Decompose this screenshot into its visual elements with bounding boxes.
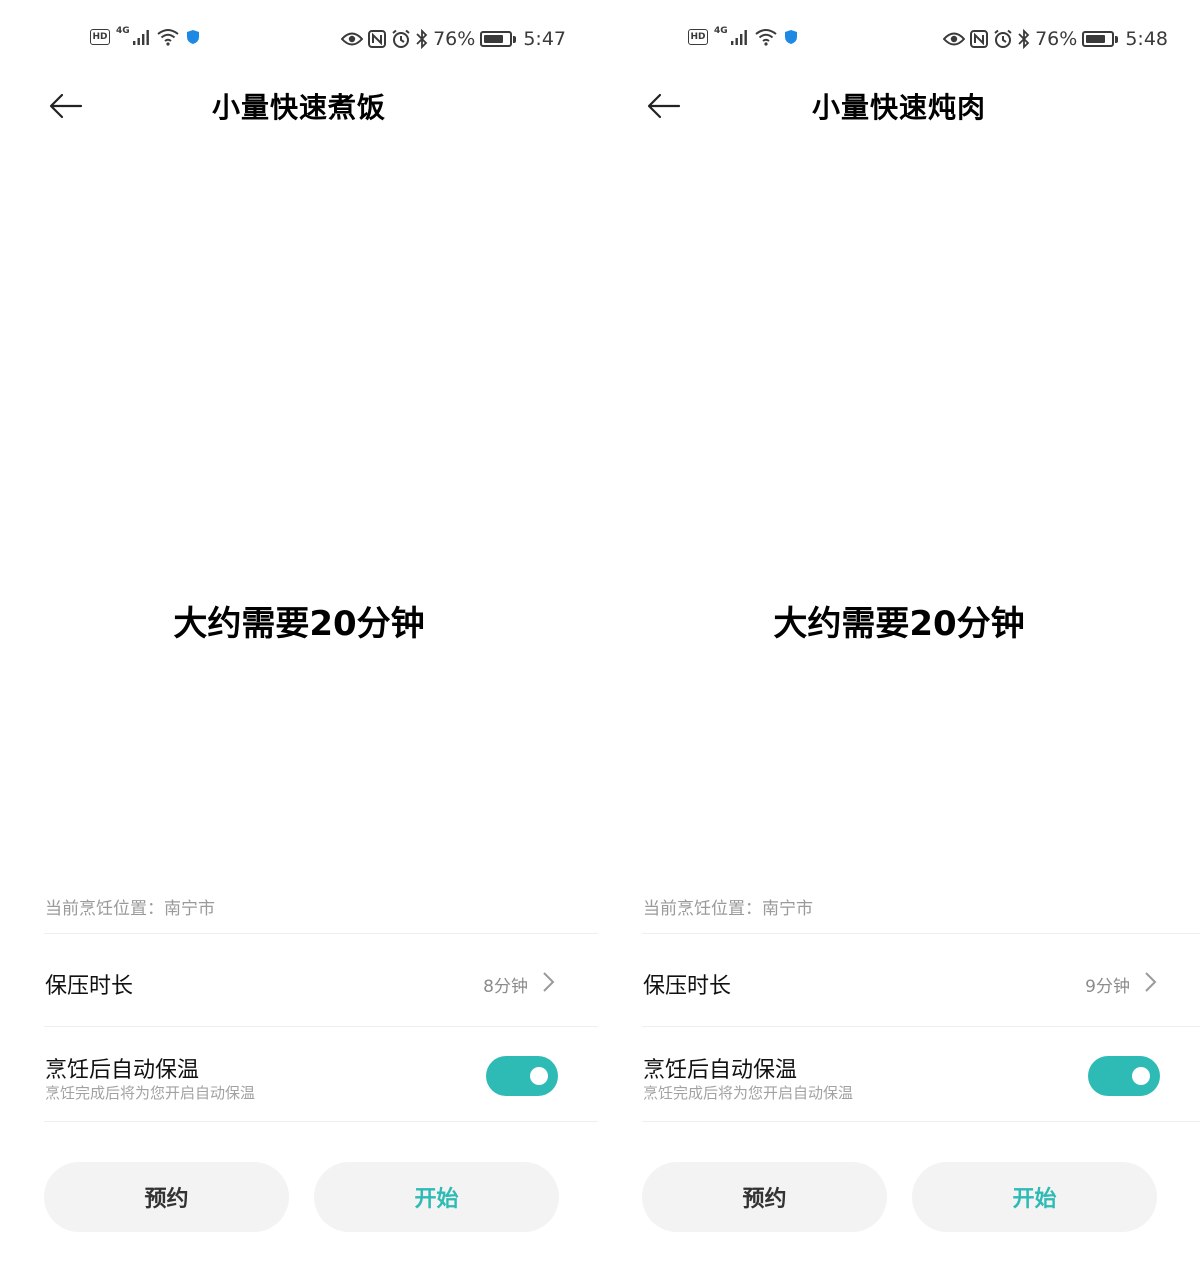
chevron-right-icon — [1145, 972, 1157, 992]
status-bar: HD 4G 76% 5:48 — [598, 24, 1200, 56]
signal-icon — [730, 30, 747, 45]
keep-warm-toggle[interactable] — [1088, 1056, 1160, 1096]
keep-warm-description: 烹饪完成后将为您开启自动保温 — [45, 1084, 256, 1102]
pressure-duration-label: 保压时长 — [643, 974, 732, 999]
battery-level — [484, 35, 503, 43]
keep-warm-title: 烹饪后自动保温 — [643, 1058, 798, 1083]
start-button[interactable]: 开始 — [314, 1162, 559, 1232]
divider — [642, 933, 1200, 934]
keep-warm-row: 烹饪后自动保温 烹饪完成后将为您开启自动保温 — [45, 1050, 558, 1106]
alarm-icon — [392, 29, 410, 48]
battery-percent: 76% — [433, 28, 476, 50]
estimated-time: 大约需要20分钟 — [173, 604, 425, 644]
network-type: 4G — [714, 26, 728, 36]
page-title: 小量快速炖肉 — [811, 91, 986, 124]
toggle-knob — [530, 1067, 548, 1085]
estimated-time: 大约需要20分钟 — [773, 604, 1025, 644]
bluetooth-icon — [416, 29, 428, 49]
keep-warm-title: 烹饪后自动保温 — [45, 1058, 200, 1083]
eye-icon — [341, 32, 364, 46]
reserve-button[interactable]: 预约 — [44, 1162, 289, 1232]
divider — [44, 1121, 598, 1122]
wifi-icon — [755, 29, 777, 46]
status-left: HD 4G — [90, 26, 200, 46]
divider — [642, 1026, 1200, 1027]
pressure-duration-value: 9分钟 — [1085, 977, 1130, 997]
alarm-icon — [994, 29, 1012, 48]
page-title: 小量快速煮饭 — [211, 91, 386, 124]
shield-icon — [784, 30, 797, 44]
keep-warm-row: 烹饪后自动保温 烹饪完成后将为您开启自动保温 — [643, 1050, 1160, 1106]
battery-percent: 76% — [1035, 28, 1078, 50]
battery-icon — [1082, 31, 1119, 47]
pressure-duration-row[interactable]: 保压时长 8分钟 — [45, 960, 558, 1006]
divider — [44, 1026, 598, 1027]
screen-left: HD 4G 76% 5:47 小量快速煮饭 大约需要20分钟 当前烹饪位置：南宁… — [0, 0, 598, 1277]
divider — [642, 1121, 1200, 1122]
wifi-icon — [157, 29, 179, 46]
battery-level — [1086, 35, 1105, 43]
status-right: 76% 5:48 — [943, 28, 1168, 50]
divider — [44, 933, 598, 934]
start-button[interactable]: 开始 — [912, 1162, 1157, 1232]
status-right: 76% 5:47 — [341, 28, 566, 50]
cooking-location: 当前烹饪位置：南宁市 — [45, 899, 215, 919]
header: 小量快速煮饭 — [0, 78, 598, 134]
status-bar: HD 4G 76% 5:47 — [0, 24, 598, 56]
hd-icon: HD — [90, 29, 110, 45]
hd-icon: HD — [688, 29, 708, 45]
toggle-knob — [1132, 1067, 1150, 1085]
nfc-icon — [368, 30, 387, 48]
header: 小量快速炖肉 — [598, 78, 1200, 134]
keep-warm-toggle[interactable] — [486, 1056, 558, 1096]
screen-right: HD 4G 76% 5:48 小量快速炖肉 大约需要20分钟 当前烹饪位置：南宁… — [598, 0, 1200, 1277]
clock: 5:47 — [523, 28, 566, 50]
eye-icon — [943, 32, 966, 46]
keep-warm-description: 烹饪完成后将为您开启自动保温 — [643, 1084, 854, 1102]
shield-icon — [186, 30, 199, 44]
signal-icon — [132, 30, 149, 45]
cooking-location: 当前烹饪位置：南宁市 — [643, 899, 813, 919]
network-type: 4G — [116, 26, 130, 36]
pressure-duration-label: 保压时长 — [45, 974, 134, 999]
clock: 5:48 — [1125, 28, 1168, 50]
chevron-right-icon — [543, 972, 555, 992]
status-left: HD 4G — [688, 26, 798, 46]
pressure-duration-row[interactable]: 保压时长 9分钟 — [643, 960, 1160, 1006]
pressure-duration-value: 8分钟 — [483, 977, 528, 997]
nfc-icon — [970, 30, 989, 48]
reserve-button[interactable]: 预约 — [642, 1162, 887, 1232]
battery-icon — [480, 31, 517, 47]
bluetooth-icon — [1018, 29, 1030, 49]
